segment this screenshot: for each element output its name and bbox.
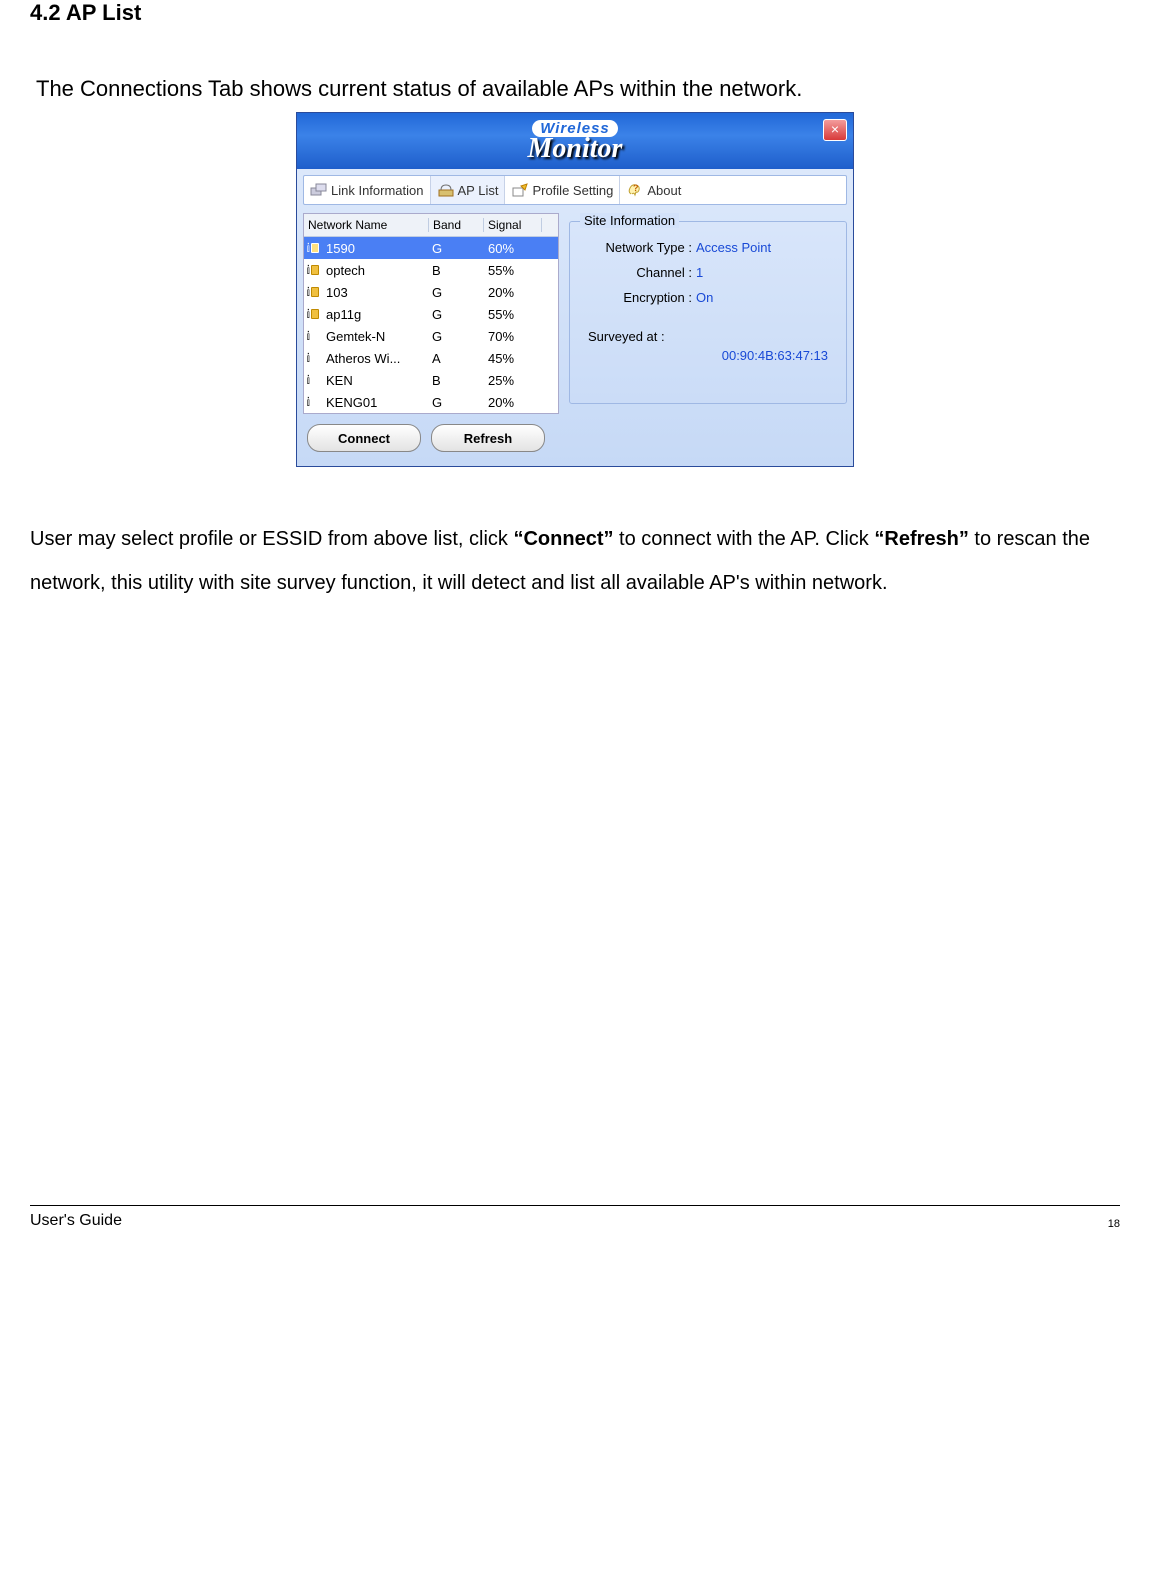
profile-icon [511, 182, 529, 198]
para-text: to connect with the AP. Click [613, 528, 874, 550]
window-body: Link Information AP List Profile Setting [297, 169, 853, 466]
para-bold-connect: “Connect” [513, 528, 613, 550]
svg-text:?: ? [633, 183, 639, 193]
row-signal: 20% [482, 395, 558, 410]
table-row[interactable]: 𝕚KENG01G20% [304, 391, 558, 413]
table-row[interactable]: 𝕚Atheros Wi...A45% [304, 347, 558, 369]
tab-ap-list[interactable]: AP List [431, 176, 506, 204]
encryption-value: On [696, 290, 713, 305]
link-info-icon [310, 182, 328, 198]
para-bold-refresh: “Refresh” [874, 528, 968, 550]
connect-button[interactable]: Connect [307, 424, 421, 452]
surveyed-at-label: Surveyed at : [582, 329, 834, 344]
row-signal: 20% [482, 285, 558, 300]
about-icon: ? [626, 182, 644, 198]
tab-label: Profile Setting [532, 183, 613, 198]
channel-label: Channel : [582, 265, 696, 280]
channel-value: 1 [696, 265, 703, 280]
table-row[interactable]: 𝕚Gemtek-NG70% [304, 325, 558, 347]
row-signal: 55% [482, 307, 558, 322]
para-text: User may select profile or ESSID from ab… [30, 528, 513, 550]
row-network-name: KEN [322, 373, 426, 388]
network-type-value: Access Point [696, 240, 771, 255]
row-band: A [426, 351, 482, 366]
lock-icon: 𝕚 [304, 264, 322, 276]
tab-label: Link Information [331, 183, 424, 198]
row-network-name: Atheros Wi... [322, 351, 426, 366]
lock-icon: 𝕚 [304, 308, 322, 320]
row-band: B [426, 263, 482, 278]
table-row[interactable]: 𝕚ap11gG55% [304, 303, 558, 325]
body-paragraph: User may select profile or ESSID from ab… [30, 517, 1120, 605]
tab-link-information[interactable]: Link Information [304, 176, 431, 204]
row-band: G [426, 307, 482, 322]
antenna-icon: 𝕚 [304, 396, 322, 408]
close-icon[interactable]: × [823, 119, 847, 141]
table-header: Network Name Band Signal [304, 214, 558, 237]
row-signal: 25% [482, 373, 558, 388]
tabs: Link Information AP List Profile Setting [303, 175, 847, 205]
row-network-name: 1590 [322, 241, 426, 256]
antenna-icon: 𝕚 [304, 330, 322, 342]
tab-about[interactable]: ? About [620, 176, 687, 204]
page-number: 18 [1108, 1218, 1120, 1230]
tab-profile-setting[interactable]: Profile Setting [505, 176, 620, 204]
col-network-name[interactable]: Network Name [304, 218, 429, 232]
wireless-monitor-window: Wireless Monitor × Link Information AP L… [296, 112, 854, 467]
surveyed-at-value: 00:90:4B:63:47:13 [582, 348, 834, 363]
row-network-name: optech [322, 263, 426, 278]
row-signal: 45% [482, 351, 558, 366]
row-network-name: KENG01 [322, 395, 426, 410]
ap-list-icon [437, 182, 455, 198]
row-signal: 60% [482, 241, 558, 256]
footer-title: User's Guide [30, 1212, 122, 1230]
lock-icon: 𝕚 [304, 242, 322, 254]
ap-list-table[interactable]: Network Name Band Signal 𝕚1590G60%𝕚optec… [303, 213, 559, 414]
row-signal: 55% [482, 263, 558, 278]
table-row[interactable]: 𝕚optechB55% [304, 259, 558, 281]
row-signal: 70% [482, 329, 558, 344]
col-signal[interactable]: Signal [484, 218, 542, 232]
section-title: 4.2 AP List [30, 0, 1120, 26]
table-row[interactable]: 𝕚KENB25% [304, 369, 558, 391]
tab-label: AP List [458, 183, 499, 198]
table-row[interactable]: 𝕚103G20% [304, 281, 558, 303]
refresh-button[interactable]: Refresh [431, 424, 545, 452]
site-info-legend: Site Information [580, 213, 679, 228]
encryption-label: Encryption : [582, 290, 696, 305]
tab-label: About [647, 183, 681, 198]
row-band: G [426, 241, 482, 256]
row-network-name: Gemtek-N [322, 329, 426, 344]
intro-text: The Connections Tab shows current status… [30, 76, 1120, 102]
network-type-label: Network Type : [582, 240, 696, 255]
row-network-name: ap11g [322, 307, 426, 322]
logo-bottom: Monitor [528, 135, 623, 163]
titlebar[interactable]: Wireless Monitor × [297, 113, 853, 169]
table-row[interactable]: 𝕚1590G60% [304, 237, 558, 259]
row-band: G [426, 285, 482, 300]
antenna-icon: 𝕚 [304, 352, 322, 364]
app-logo: Wireless Monitor [528, 120, 623, 163]
col-band[interactable]: Band [429, 218, 484, 232]
site-information-panel: Site Information Network Type : Access P… [569, 221, 847, 404]
lock-icon: 𝕚 [304, 286, 322, 298]
antenna-icon: 𝕚 [304, 374, 322, 386]
row-band: G [426, 395, 482, 410]
row-band: G [426, 329, 482, 344]
row-network-name: 103 [322, 285, 426, 300]
row-band: B [426, 373, 482, 388]
